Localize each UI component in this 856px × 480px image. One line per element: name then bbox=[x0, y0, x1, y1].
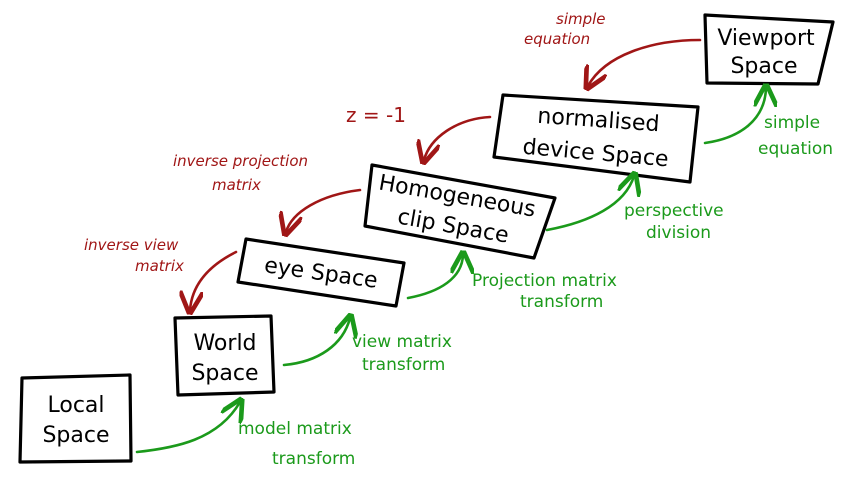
viewport-equation-arrow bbox=[703, 88, 766, 145]
local-space-box: Local Space bbox=[18, 373, 133, 464]
viewport-equation-label-line2: equation bbox=[758, 139, 833, 159]
perspective-division-label-line2: division bbox=[646, 223, 711, 243]
model-transform-arrow bbox=[135, 402, 240, 454]
viewport-inverse-arrow bbox=[588, 38, 702, 86]
coordinate-spaces-diagram: Local Space World Space eye Space Homoge… bbox=[18, 10, 835, 469]
model-transform-label-line2: transform bbox=[272, 449, 355, 469]
inverse-view-label-line1: inverse view bbox=[84, 236, 179, 254]
local-space-label-line1: Local bbox=[47, 393, 104, 418]
model-transform-label-line1: model matrix bbox=[238, 419, 352, 439]
z-minus-one-label: z = -1 bbox=[346, 103, 406, 127]
z-minus-one-arrow bbox=[424, 115, 492, 160]
view-transform-label-line1: view matrix bbox=[352, 332, 452, 352]
viewport-inverse-label-line2: equation bbox=[524, 30, 590, 48]
local-space-label-line2: Space bbox=[42, 423, 109, 448]
perspective-division-arrow bbox=[545, 176, 634, 232]
view-transform-label-line2: transform bbox=[362, 355, 445, 375]
inverse-view-label-line2: matrix bbox=[135, 257, 184, 275]
viewport-label-line1: Viewport bbox=[717, 26, 815, 51]
viewport-space-box: Viewport Space bbox=[703, 13, 835, 86]
view-transform-arrow bbox=[282, 318, 350, 367]
world-space-box: World Space bbox=[173, 314, 276, 397]
projection-transform-label-line2: transform bbox=[520, 292, 603, 312]
eye-space-box: eye Space bbox=[236, 237, 406, 308]
inverse-projection-label-line1: inverse projection bbox=[173, 152, 308, 170]
viewport-label-line2: Space bbox=[730, 54, 797, 79]
projection-transform-label-line1: Projection matrix bbox=[472, 271, 617, 291]
world-space-label-line1: World bbox=[193, 331, 256, 356]
inverse-projection-arrow bbox=[286, 188, 362, 232]
homogeneous-clip-space-box: Homogeneous clip Space bbox=[363, 163, 557, 260]
world-space-label-line2: Space bbox=[191, 361, 258, 386]
projection-transform-arrow bbox=[406, 255, 463, 300]
viewport-inverse-label-line1: simple bbox=[556, 10, 606, 28]
inverse-view-arrow bbox=[190, 250, 238, 310]
viewport-equation-label-line1: simple bbox=[764, 113, 820, 133]
normalised-device-space-box: normalised device Space bbox=[492, 93, 700, 184]
perspective-division-label-line1: perspective bbox=[624, 201, 724, 221]
inverse-projection-label-line2: matrix bbox=[212, 176, 261, 194]
